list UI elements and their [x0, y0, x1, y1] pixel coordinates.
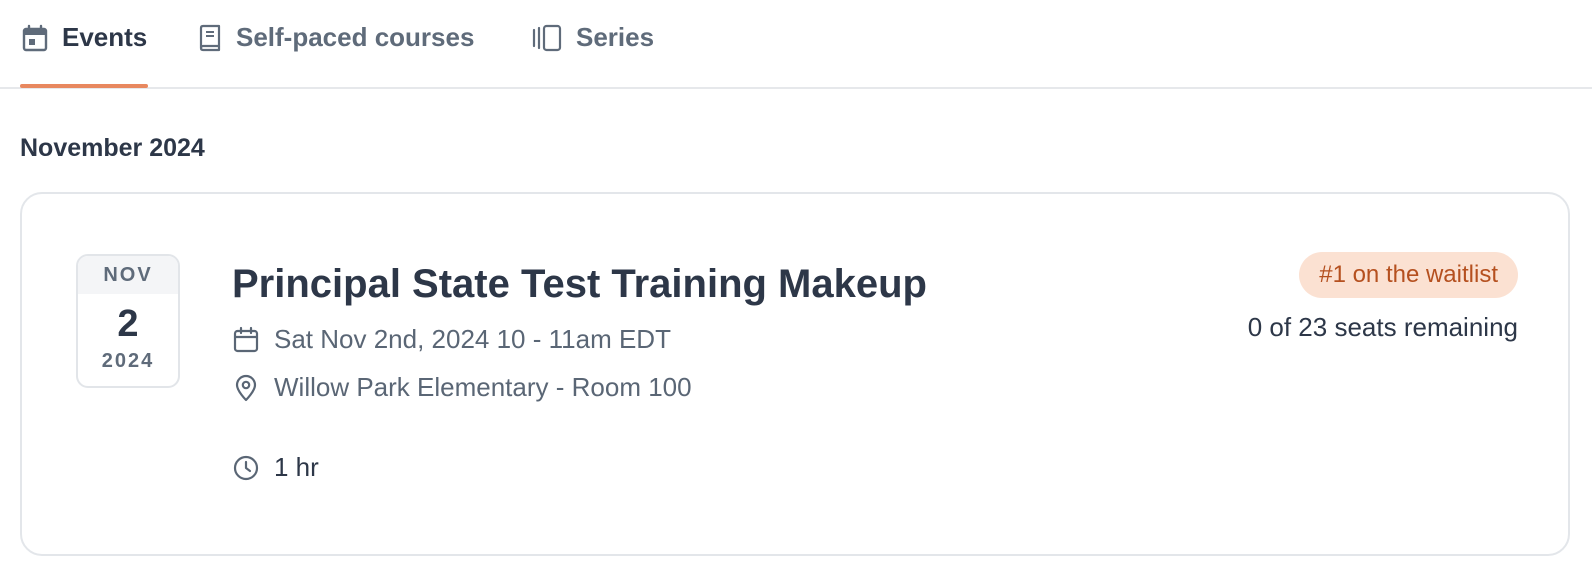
- tab-self-paced-courses[interactable]: Self-paced courses: [198, 0, 474, 89]
- date-badge: NOV 2 2024: [76, 254, 180, 388]
- event-title[interactable]: Principal State Test Training Makeup: [232, 262, 927, 307]
- calendar-icon: [232, 326, 260, 354]
- book-icon: [198, 24, 222, 52]
- event-datetime: Sat Nov 2nd, 2024 10 - 11am EDT: [274, 324, 671, 354]
- date-badge-month: NOV: [78, 256, 178, 294]
- tab-series[interactable]: Series: [532, 0, 654, 89]
- active-tab-indicator: [20, 84, 148, 88]
- seats-remaining: 0 of 23 seats remaining: [1247, 312, 1518, 342]
- calendar-icon: [22, 24, 48, 52]
- event-location: Willow Park Elementary - Room 100: [274, 372, 692, 402]
- clock-icon: [232, 454, 260, 482]
- tab-series-label: Series: [576, 22, 655, 52]
- event-location-row: Willow Park Elementary - Room 100: [232, 372, 692, 403]
- event-duration-row: 1 hr: [232, 452, 319, 483]
- tab-events-label: Events: [62, 22, 148, 52]
- event-datetime-row: Sat Nov 2nd, 2024 10 - 11am EDT: [232, 324, 671, 355]
- waitlist-badge: #1 on the waitlist: [1299, 252, 1518, 298]
- tab-events[interactable]: Events: [22, 0, 147, 89]
- month-heading: November 2024: [20, 134, 205, 162]
- event-card[interactable]: NOV 2 2024 Principal State Test Training…: [20, 192, 1570, 556]
- date-badge-day: 2: [117, 303, 139, 345]
- date-badge-year: 2024: [101, 350, 155, 372]
- event-duration: 1 hr: [274, 452, 319, 482]
- tab-self-paced-courses-label: Self-paced courses: [236, 22, 475, 52]
- tab-bar: Events Self-paced courses Series: [0, 0, 1592, 89]
- series-icon: [532, 24, 562, 52]
- location-pin-icon: [232, 374, 260, 402]
